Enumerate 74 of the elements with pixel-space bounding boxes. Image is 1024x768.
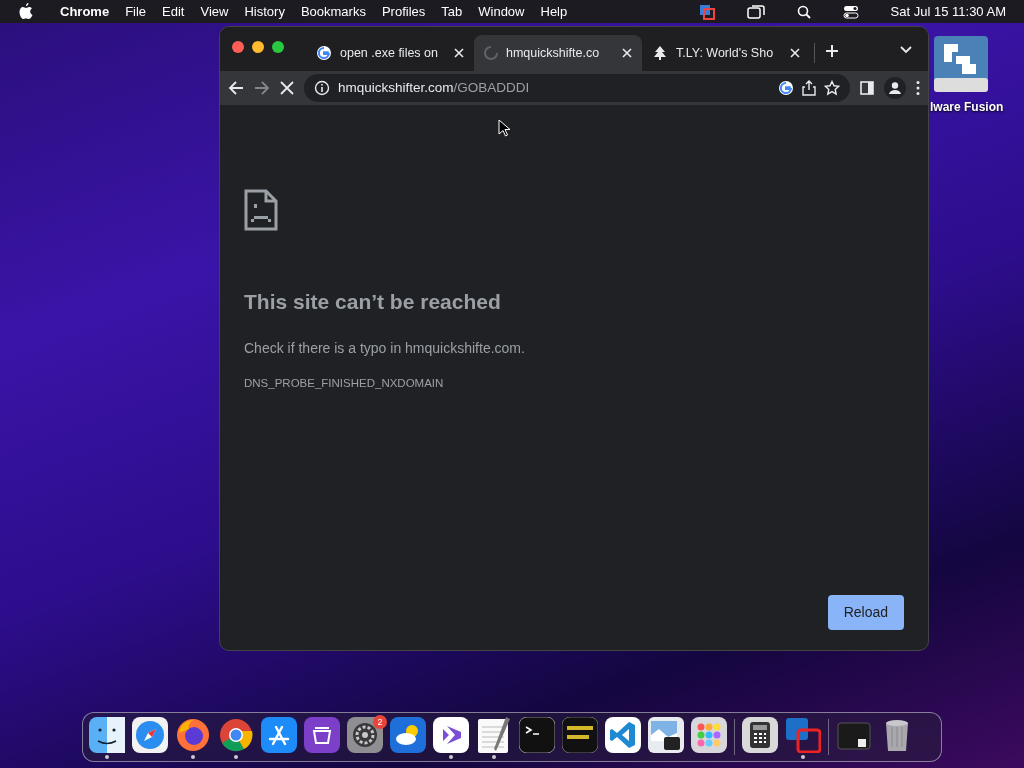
error-code: DNS_PROBE_FINISHED_NXDOMAIN bbox=[244, 375, 445, 391]
error-message: Check if there is a typo in hmquickshifte.com. bbox=[244, 338, 526, 358]
running-indicator bbox=[234, 755, 238, 759]
menu-item[interactable]: File bbox=[117, 1, 155, 22]
menu-item[interactable]: Window bbox=[470, 1, 533, 22]
zoom-button[interactable] bbox=[272, 41, 284, 53]
menu-icon[interactable] bbox=[916, 80, 920, 96]
code-editor-icon[interactable] bbox=[605, 717, 641, 753]
console-icon[interactable] bbox=[562, 717, 598, 753]
close-icon[interactable] bbox=[454, 48, 464, 58]
search-icon[interactable] bbox=[796, 4, 811, 19]
close-icon[interactable] bbox=[622, 48, 632, 58]
url-text: hmquickshifter.com/GOBADDDI bbox=[338, 78, 531, 97]
tab-title: T.LY: World's Sho bbox=[676, 44, 775, 62]
stop-icon[interactable] bbox=[280, 81, 294, 95]
close-icon[interactable] bbox=[790, 48, 800, 58]
compass-icon[interactable] bbox=[132, 717, 168, 753]
reload-button[interactable]: Reload bbox=[827, 595, 904, 630]
window-overlap-icon[interactable] bbox=[698, 3, 715, 20]
calculator-icon[interactable] bbox=[742, 717, 778, 753]
close-button[interactable] bbox=[232, 41, 244, 53]
menu-item[interactable]: Profiles bbox=[373, 1, 434, 22]
terminal-icon[interactable] bbox=[519, 717, 555, 753]
clock[interactable]: Sat Jul 15 11:30 AM bbox=[882, 1, 1014, 22]
running-indicator bbox=[449, 755, 453, 759]
side-panel-icon[interactable] bbox=[860, 81, 874, 95]
tab-title: open .exe files on bbox=[340, 44, 439, 62]
google-icon bbox=[316, 45, 332, 61]
tab-title: hmquickshifte.co bbox=[506, 44, 601, 62]
notification-badge: 2 bbox=[373, 715, 387, 729]
icon-label: lware Fusion bbox=[930, 99, 1004, 116]
share-icon[interactable] bbox=[802, 80, 816, 96]
error-title: This site can’t be reached bbox=[244, 289, 502, 315]
chevron-down-icon[interactable] bbox=[900, 46, 912, 54]
app-menu[interactable]: Chrome bbox=[52, 1, 118, 22]
overlapping-squares-icon[interactable] bbox=[785, 717, 821, 753]
minimize-button[interactable] bbox=[252, 41, 264, 53]
browser-tab[interactable]: T.LY: World's Sho bbox=[642, 35, 810, 71]
app-grid-icon[interactable] bbox=[691, 717, 727, 753]
browser-tab[interactable]: open .exe files on bbox=[306, 35, 474, 71]
menu-item[interactable]: Tab bbox=[433, 1, 471, 22]
running-indicator bbox=[105, 755, 109, 759]
address-bar[interactable]: hmquickshifter.com/GOBADDDI bbox=[304, 74, 850, 102]
app-store-icon[interactable] bbox=[261, 717, 297, 753]
menu-item[interactable]: Edit bbox=[154, 1, 193, 22]
menu-item[interactable]: Help bbox=[532, 1, 576, 22]
chrome-icon[interactable] bbox=[218, 717, 254, 753]
forward-arrow-icon[interactable] bbox=[254, 80, 270, 96]
photo-viewer-icon[interactable] bbox=[648, 717, 684, 753]
toggle-icon[interactable] bbox=[842, 4, 859, 19]
windows-icon[interactable] bbox=[746, 4, 765, 19]
loading-icon bbox=[484, 46, 498, 60]
gear-icon[interactable] bbox=[347, 717, 383, 753]
profile-icon[interactable] bbox=[884, 77, 906, 99]
angle-brackets-icon[interactable] bbox=[433, 717, 469, 753]
google-icon[interactable] bbox=[778, 80, 794, 96]
sad-page-icon bbox=[244, 189, 278, 231]
cloud-sun-icon[interactable] bbox=[390, 717, 426, 753]
apple-icon[interactable] bbox=[18, 2, 34, 21]
notepad-icon[interactable] bbox=[476, 717, 512, 753]
browser-tab[interactable]: hmquickshifte.co bbox=[474, 35, 642, 71]
smiley-face-icon[interactable] bbox=[89, 717, 125, 753]
tree-icon bbox=[652, 45, 668, 61]
menu-item[interactable]: Bookmarks bbox=[292, 1, 374, 22]
back-arrow-icon[interactable] bbox=[228, 80, 244, 96]
cursor-icon bbox=[498, 119, 510, 137]
running-indicator bbox=[492, 755, 496, 759]
plus-icon[interactable] bbox=[825, 44, 839, 58]
menu-item[interactable]: History bbox=[236, 1, 293, 22]
running-indicator bbox=[191, 755, 195, 759]
menu-item[interactable]: View bbox=[192, 1, 237, 22]
star-icon[interactable] bbox=[824, 80, 840, 96]
running-indicator bbox=[801, 755, 805, 759]
info-icon bbox=[314, 80, 330, 96]
